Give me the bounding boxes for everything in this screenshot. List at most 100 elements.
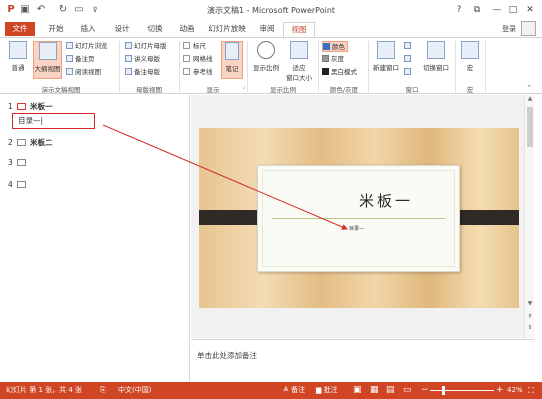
outline-item[interactable]: 1 米板一 [8, 101, 53, 112]
status-bar: 幻灯片 第 1 张，共 4 张 ⎘ 中文(中国) ≜ 备注 ▆ 批注 ▣ ▦ ▤… [0, 382, 542, 399]
switch-window-icon [427, 41, 445, 59]
minimize-button[interactable]: — [490, 4, 504, 16]
tab-design[interactable]: 设计 [107, 22, 137, 36]
notes-label: 笔记 [225, 65, 239, 73]
move-split-button[interactable] [404, 67, 413, 78]
magnifier-icon [257, 41, 275, 59]
group-label-presentation-views: 演示文稿视图 [41, 86, 81, 94]
outline-item[interactable]: 3 [8, 158, 30, 167]
notes-icon [225, 42, 239, 60]
collapse-ribbon-icon[interactable]: ⌃ [524, 84, 534, 92]
color-icon [323, 43, 330, 50]
comments-toggle-button[interactable]: ▆ 批注 [316, 385, 338, 396]
slide-icon [17, 159, 26, 166]
tab-insert[interactable]: 插入 [73, 22, 103, 36]
reading-view-status-icon[interactable]: ▤ [386, 385, 395, 396]
reading-view-button[interactable]: 阅读视图 [66, 67, 101, 78]
tab-transitions[interactable]: 切换 [140, 22, 170, 36]
group-label-zoom: 显示比例 [270, 86, 296, 94]
gridlines-checkbox[interactable]: 网格线 [183, 54, 213, 65]
login-link[interactable]: 登录 [502, 24, 516, 34]
outline-item-number: 4 [8, 180, 13, 189]
scroll-thumb[interactable] [527, 107, 533, 147]
ribbon: 普通 大纲视图 幻灯片浏览 备注页 阅读视图 演示文稿视图 幻灯片母版 讲义母版… [0, 37, 542, 94]
macros-label: 宏 [466, 64, 474, 72]
guides-checkbox[interactable]: 参考线 [183, 67, 213, 78]
fit-slide-icon[interactable]: ⛶ [528, 385, 534, 396]
zoom-out-button[interactable]: − [421, 385, 429, 396]
grayscale-label: 灰度 [331, 55, 344, 63]
outline-item[interactable]: 2 米板二 [8, 137, 53, 148]
tab-home[interactable]: 开始 [41, 22, 71, 36]
reading-view-icon [66, 68, 73, 75]
divider [368, 41, 369, 92]
scroll-down-icon[interactable]: ▼ [525, 300, 535, 307]
outline-editing-text[interactable]: 目录—| [12, 113, 95, 129]
ruler-label: 标尺 [193, 42, 206, 50]
group-label-color: 颜色/灰度 [329, 86, 359, 94]
notes-pane[interactable]: 单击此处添加备注 [191, 339, 534, 382]
tab-animations[interactable]: 动画 [172, 22, 202, 36]
normal-view-button[interactable]: 普通 [6, 41, 30, 72]
zoom-slider-thumb[interactable] [442, 386, 446, 395]
vertical-scrollbar[interactable]: ▲ ▼ ⇞ ⇟ [524, 95, 534, 338]
slide-icon [17, 139, 26, 146]
cascade-button[interactable] [404, 54, 413, 65]
slide-count-status: 幻灯片 第 1 张，共 4 张 [6, 386, 83, 394]
zoom-button[interactable]: 显示比例 [251, 41, 281, 72]
fit-to-window-icon [290, 41, 308, 59]
tab-review[interactable]: 审阅 [252, 22, 282, 36]
group-label-window: 窗口 [405, 86, 419, 94]
divider [485, 41, 486, 92]
avatar[interactable] [521, 21, 536, 36]
color-button[interactable]: 颜色 [322, 41, 348, 52]
normal-view-status-icon[interactable]: ▣ [353, 385, 362, 396]
notes-toggle-button[interactable]: ≜ 备注 [283, 385, 305, 396]
handout-master-button[interactable]: 讲义母版 [125, 54, 160, 65]
zoom-in-button[interactable]: + [496, 385, 504, 396]
zoom-level[interactable]: 42% [507, 385, 523, 396]
decor-band-right [453, 210, 519, 225]
previous-slide-icon[interactable]: ⇞ [525, 313, 535, 320]
slide-title[interactable]: 米板一 [258, 190, 453, 211]
black-white-label: 黑白模式 [331, 68, 357, 76]
tab-view[interactable]: 视图 [283, 22, 315, 38]
slide-sorter-status-icon[interactable]: ▦ [370, 385, 379, 396]
macros-button[interactable]: 宏 [460, 41, 480, 72]
arrange-all-button[interactable] [404, 41, 413, 52]
fit-to-window-button[interactable]: 适应 窗口大小 [283, 41, 315, 82]
notes-button[interactable]: 笔记 [221, 41, 243, 79]
switch-window-button[interactable]: 切换窗口 [419, 41, 453, 72]
slide-master-button[interactable]: 幻灯片母版 [125, 41, 167, 52]
outline-view-label: 大纲视图 [34, 65, 61, 73]
guides-check-icon [183, 68, 190, 75]
spellcheck-icon[interactable]: ⎘ [100, 385, 106, 396]
gridlines-check-icon [183, 55, 190, 62]
tab-slideshow[interactable]: 幻灯片放映 [204, 22, 250, 36]
notes-master-button[interactable]: 备注母版 [125, 67, 160, 78]
ruler-checkbox[interactable]: 标尺 [183, 41, 206, 52]
slide-title-card[interactable]: 米板一 目录— [257, 165, 460, 272]
help-button[interactable]: ? [452, 4, 466, 16]
black-white-button[interactable]: 黑白模式 [322, 67, 357, 78]
notes-page-button[interactable]: 备注页 [66, 54, 95, 65]
language-status[interactable]: 中文(中国) [118, 385, 151, 396]
tab-file[interactable]: 文件 [5, 22, 35, 36]
slideshow-status-icon[interactable]: ▭ [403, 385, 412, 396]
ribbon-display-options-icon[interactable]: ⧉ [470, 4, 484, 16]
notes-placeholder[interactable]: 单击此处添加备注 [197, 350, 257, 361]
outline-item[interactable]: 4 [8, 180, 30, 189]
maximize-button[interactable]: □ [506, 4, 520, 16]
new-window-button[interactable]: 新建窗口 [371, 41, 401, 72]
outline-item-number: 2 [8, 138, 13, 147]
outline-view-button[interactable]: 大纲视图 [33, 41, 62, 79]
grayscale-button[interactable]: 灰度 [322, 54, 344, 65]
color-label: 颜色 [332, 43, 345, 51]
zoom-slider-track[interactable] [430, 390, 494, 391]
grayscale-icon [322, 55, 329, 62]
slide-sorter-button[interactable]: 幻灯片浏览 [66, 41, 108, 52]
next-slide-icon[interactable]: ⇟ [525, 324, 535, 331]
slide-subtitle[interactable]: 目录— [349, 225, 364, 232]
scroll-up-icon[interactable]: ▲ [525, 95, 535, 102]
close-button[interactable]: ✕ [523, 4, 537, 16]
